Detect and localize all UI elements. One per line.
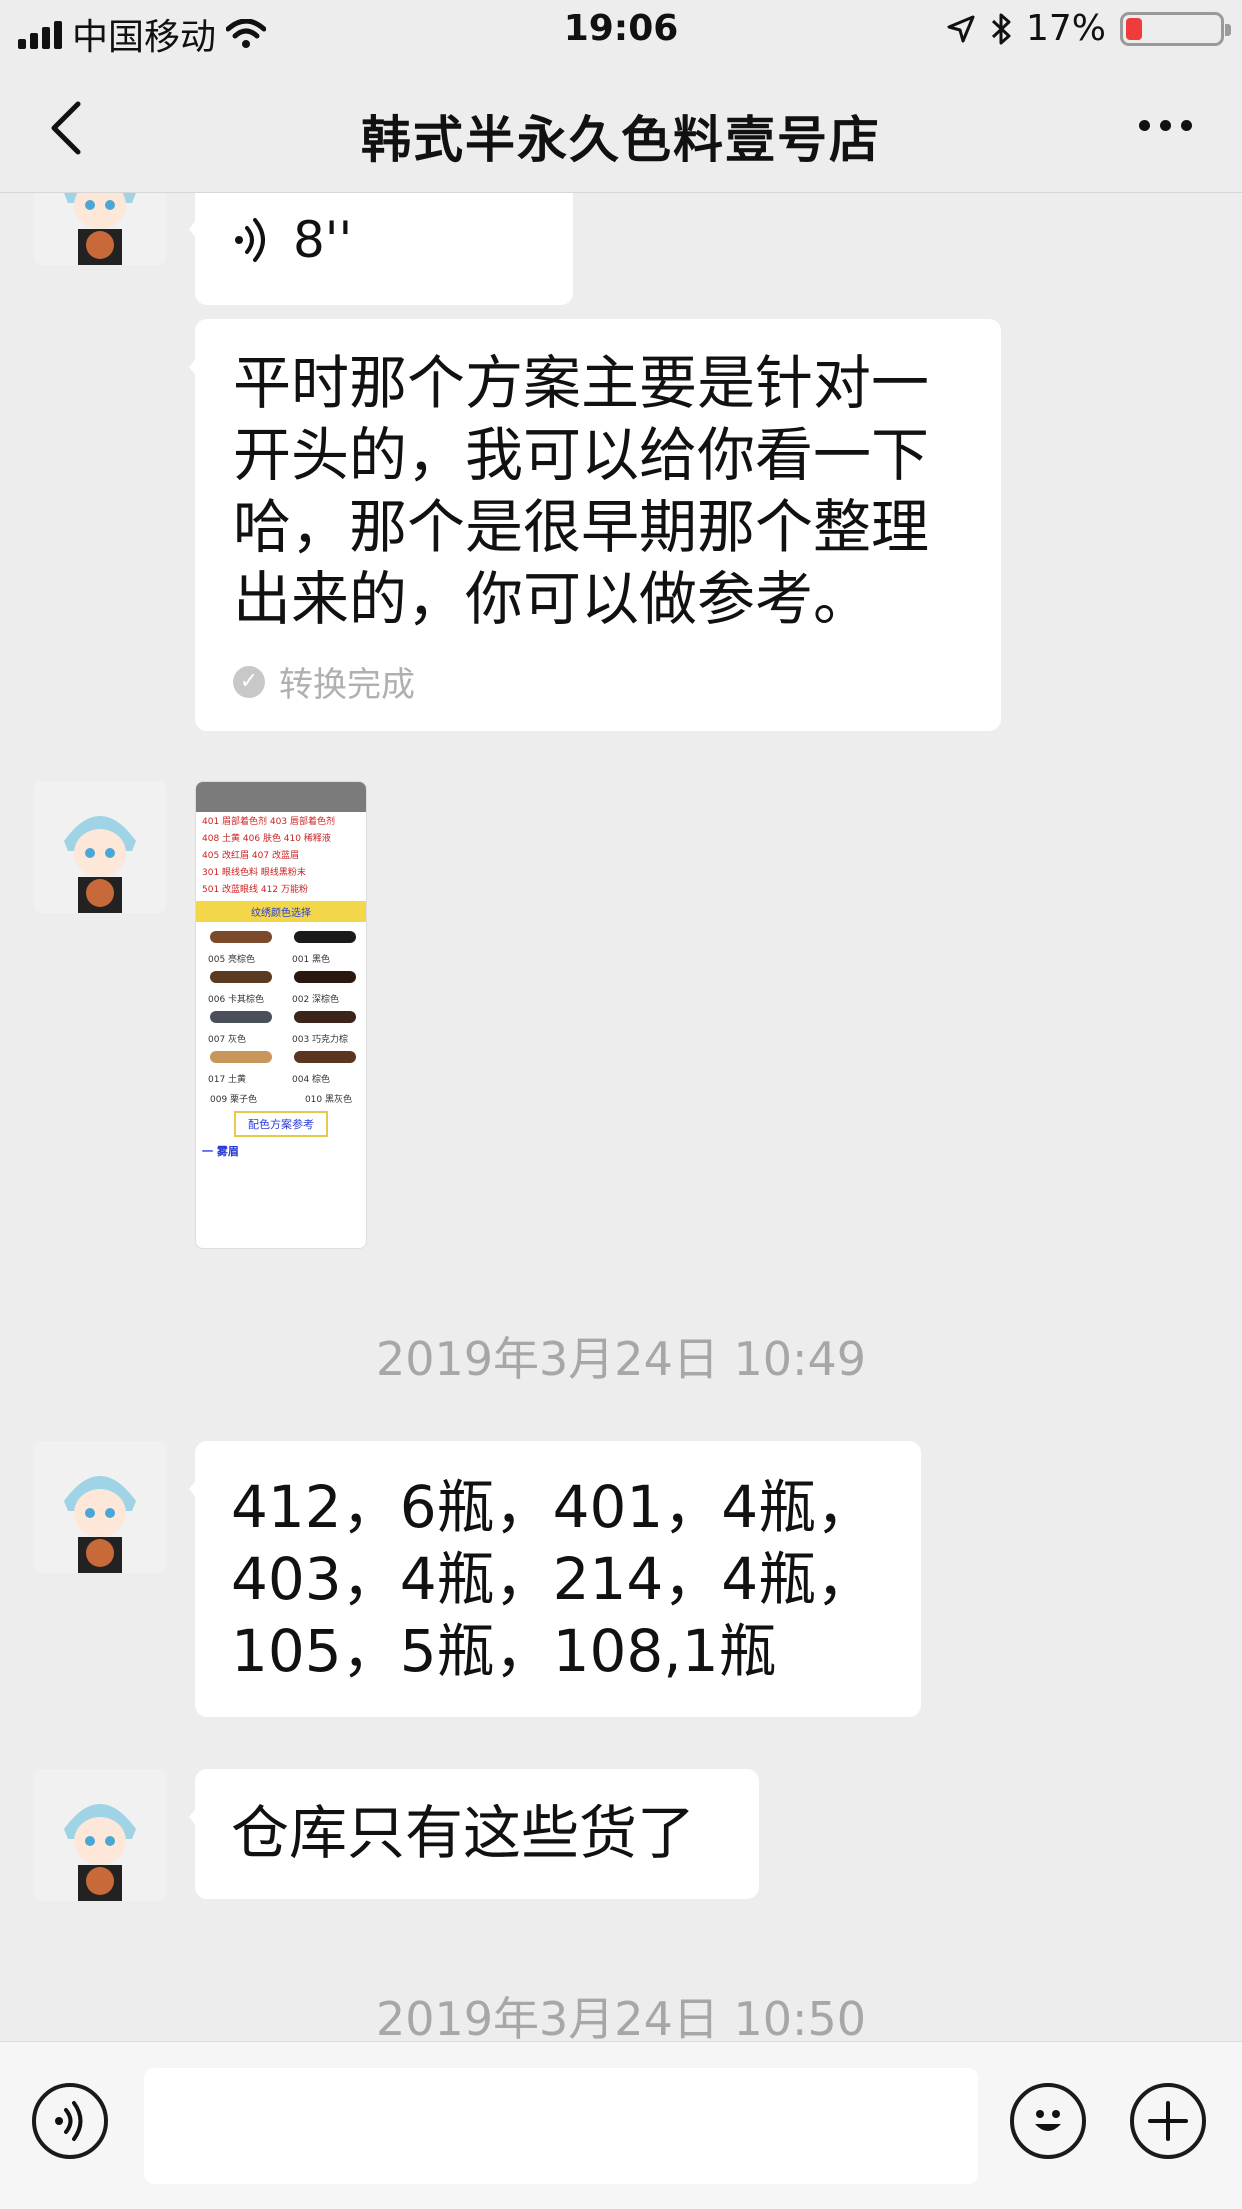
chat-messages[interactable]: 8'' 平时那个方案主要是针对一 开头的，我可以给你看一下 哈，那个是很早期那个… bbox=[0, 193, 1242, 2041]
pigment-swatches: 005 亮棕色 001 黑色 006 卡其棕色 002 深棕色 007 灰色 003 巧克… bbox=[196, 926, 366, 1086]
pigment-swatch: 006 卡其棕色 bbox=[196, 966, 280, 1006]
swatch-color bbox=[294, 971, 356, 983]
pigment-swatch: 003 巧克力棕 bbox=[280, 1006, 364, 1046]
text-message-bubble[interactable]: 仓库只有这些货了 bbox=[189, 1769, 759, 1899]
contact-avatar[interactable] bbox=[34, 781, 166, 913]
image-text-row: 405 改红眉 407 改蓝眉 bbox=[202, 851, 299, 861]
anime-avatar-icon bbox=[34, 193, 166, 265]
swatch-label: 004 棕色 bbox=[292, 1075, 331, 1085]
contact-avatar[interactable] bbox=[34, 1441, 166, 1573]
conversion-label: 转换完成 bbox=[279, 665, 415, 705]
timestamp: 2019年3月24日 10:50 bbox=[375, 1992, 867, 2041]
voice-input-icon[interactable] bbox=[32, 2083, 108, 2159]
location-arrow-icon bbox=[947, 15, 975, 42]
message-text: 仓库只有这些货了 bbox=[231, 1799, 696, 1867]
swatch-label: 002 深棕色 bbox=[292, 995, 340, 1005]
message-text: 平时那个方案主要是针对一 开头的，我可以给你看一下 哈，那个是很早期那个整理 出… bbox=[233, 349, 930, 633]
plus-icon[interactable] bbox=[1130, 2083, 1206, 2159]
voice-duration: 8'' bbox=[293, 211, 353, 269]
voice-message-bubble[interactable]: 8'' bbox=[189, 193, 573, 305]
swatch-label: 001 黑色 bbox=[292, 955, 331, 965]
image-text-row: 501 改蓝眼线 412 万能粉 bbox=[202, 885, 308, 895]
status-right: 17% bbox=[946, 8, 1231, 49]
chat-title: 韩式半永久色料壹号店 bbox=[361, 111, 881, 169]
image-text-row: 301 眼线色料 眼线黑粉末 bbox=[202, 868, 306, 878]
anime-avatar-icon bbox=[34, 1441, 166, 1573]
pigment-swatch: 004 棕色 bbox=[280, 1046, 364, 1086]
swatch-color bbox=[210, 971, 272, 983]
swatch-color bbox=[294, 1011, 356, 1023]
bluetooth-icon bbox=[991, 13, 1011, 44]
pigment-swatch: 017 土黄 bbox=[196, 1046, 280, 1086]
image-button-label: 配色方案参考 bbox=[234, 1111, 328, 1137]
swatch-color bbox=[210, 1051, 272, 1063]
contact-avatar[interactable] bbox=[34, 1769, 166, 1901]
more-dots-icon[interactable] bbox=[1139, 120, 1192, 131]
voice-wave-icon bbox=[235, 218, 265, 262]
swatch-label: 007 灰色 bbox=[208, 1035, 247, 1045]
timestamp: 2019年3月24日 10:49 bbox=[375, 1332, 867, 1386]
swatch-label: 005 亮棕色 bbox=[208, 955, 256, 965]
emoji-icon[interactable] bbox=[1010, 2083, 1086, 2159]
voice-message[interactable]: 8'' bbox=[195, 193, 573, 287]
input-bar bbox=[0, 2041, 1242, 2209]
swatch-color bbox=[210, 931, 272, 943]
swatch-label: 017 土黄 bbox=[208, 1075, 247, 1085]
check-circle-icon: ✓ bbox=[233, 665, 265, 698]
swatch-label: 003 巧克力棕 bbox=[292, 1035, 349, 1045]
conversion-status: ✓ 转换完成 bbox=[233, 657, 965, 706]
battery-level bbox=[1126, 17, 1142, 40]
transcribed-text-bubble[interactable]: 平时那个方案主要是针对一 开头的，我可以给你看一下 哈，那个是很早期那个整理 出… bbox=[189, 319, 1001, 731]
text-message-bubble[interactable]: 412，6瓶，401，4瓶， 403，4瓶，214，4瓶， 105，5瓶，108… bbox=[189, 1441, 921, 1717]
status-bar: 中国移动 19:06 17% bbox=[0, 0, 1242, 62]
image-message[interactable]: 401 眉部着色剂 403 唇部着色剂 408 土黄 406 肤色 410 稀释… bbox=[195, 781, 367, 1249]
navigation-bar: 韩式半永久色料壹号店 bbox=[0, 62, 1242, 193]
swatch-color bbox=[294, 931, 356, 943]
battery-icon bbox=[1120, 11, 1231, 46]
battery-percent: 17% bbox=[1025, 8, 1106, 49]
swatch-label: 009 栗子色 bbox=[210, 1095, 258, 1105]
image-header bbox=[196, 782, 366, 812]
anime-avatar-icon bbox=[34, 1769, 166, 1901]
pigment-swatch: 002 深棕色 bbox=[280, 966, 364, 1006]
image-text-row: 401 眉部着色剂 403 唇部着色剂 bbox=[202, 817, 335, 827]
swatch-label: 006 卡其棕色 bbox=[208, 995, 265, 1005]
swatch-label: 010 黑灰色 bbox=[304, 1095, 352, 1105]
swatch-color bbox=[210, 1011, 272, 1023]
image-band-label: 纹绣颜色选择 bbox=[196, 901, 366, 922]
pigment-swatch: 007 灰色 bbox=[196, 1006, 280, 1046]
message-input[interactable] bbox=[144, 2068, 978, 2184]
image-section-label: 一 雾眉 bbox=[202, 1145, 239, 1158]
swatch-color bbox=[294, 1051, 356, 1063]
message-text: 412，6瓶，401，4瓶， 403，4瓶，214，4瓶， 105，5瓶，108… bbox=[231, 1473, 875, 1685]
contact-avatar[interactable] bbox=[34, 193, 166, 265]
image-text-row: 408 土黄 406 肤色 410 稀释液 bbox=[202, 834, 331, 844]
pigment-swatch: 001 黑色 bbox=[280, 926, 364, 966]
pigment-swatch: 005 亮棕色 bbox=[196, 926, 280, 966]
anime-avatar-icon bbox=[34, 781, 166, 913]
